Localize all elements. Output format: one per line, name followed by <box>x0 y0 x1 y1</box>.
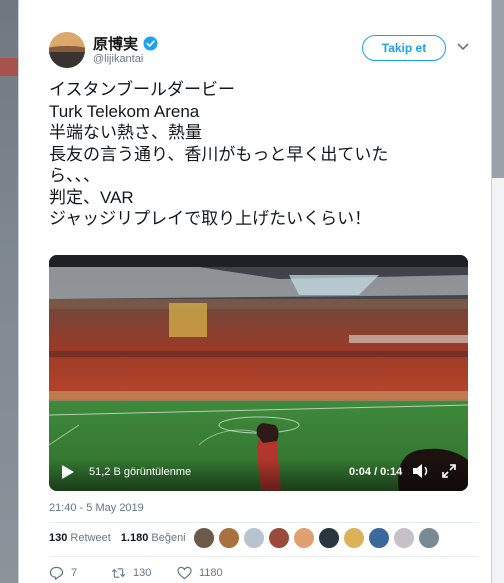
author-name[interactable]: 原博実 <box>93 33 138 54</box>
liker-avatar[interactable] <box>293 527 315 549</box>
heart-icon <box>177 566 192 580</box>
background-thumbnail <box>0 58 18 76</box>
tweet-card: 原博実 @lijikantai Takip et イスタンブールダービー Tur… <box>18 0 492 583</box>
tweet-actions: 7 130 1180 <box>49 566 223 580</box>
liker-avatar[interactable] <box>193 527 215 549</box>
liker-avatar[interactable] <box>418 527 440 549</box>
like-stat[interactable]: 1.180 Beğeni <box>121 532 186 544</box>
divider <box>49 522 479 523</box>
verified-badge-icon <box>143 36 158 51</box>
video-time: 0:04 / 0:14 <box>349 466 403 478</box>
retweet-count: 130 <box>49 532 68 544</box>
retweet-action[interactable]: 130 <box>111 566 177 580</box>
retweet-label: Retweet <box>70 532 111 544</box>
liker-avatar[interactable] <box>218 527 240 549</box>
divider <box>49 556 479 557</box>
avatar-image <box>49 32 85 68</box>
tweet-text-line: 長友の言う通り、香川がもっと早く出ていた <box>49 144 389 164</box>
engagement-stats: 130 Retweet 1.180 Beğeni <box>49 532 186 544</box>
play-icon[interactable] <box>61 464 75 480</box>
liker-avatar[interactable] <box>318 527 340 549</box>
reply-icon <box>49 566 64 580</box>
like-count: 1.180 <box>120 532 149 544</box>
author-handle[interactable]: @lijikantai <box>93 53 143 65</box>
like-action[interactable]: 1180 <box>177 566 223 580</box>
like-label: Beğeni <box>151 532 186 544</box>
tweet-text-line: ら、、、 <box>49 166 100 185</box>
liker-avatar[interactable] <box>393 527 415 549</box>
liker-avatars[interactable] <box>193 527 443 549</box>
reply-count: 7 <box>71 567 78 579</box>
tweet-text: イスタンブールダービー Turk Telekom Arena 半端ない熱さ、熱量… <box>49 79 479 230</box>
background-sidebar-panel <box>490 178 504 583</box>
tweet-timestamp[interactable]: 21:40 - 5 May 2019 <box>49 502 144 514</box>
background-page-right <box>490 0 504 583</box>
avatar[interactable] <box>49 32 85 68</box>
tweet-text-line: ジャッジリプレイで取り上げたいくらい！ <box>49 209 372 228</box>
follow-button[interactable]: Takip et <box>362 35 446 61</box>
video-frame-stadium <box>49 255 468 491</box>
tweet-text-line: Turk Telekom Arena <box>49 101 200 121</box>
retweet-icon <box>111 568 126 578</box>
liker-avatar[interactable] <box>343 527 365 549</box>
tweet-text-line: 半端ない熱さ、熱量 <box>49 123 202 142</box>
view-count: 51,2 B görüntülenme <box>89 466 192 478</box>
video-player[interactable]: 51,2 B görüntülenme 0:04 / 0:14 <box>49 255 468 491</box>
retweet-stat[interactable]: 130 Retweet <box>49 532 111 544</box>
reply-action[interactable]: 7 <box>49 566 111 580</box>
tweet-text-line: 判定、VAR <box>49 187 134 207</box>
liker-avatar[interactable] <box>243 527 265 549</box>
tweet-text-line: イスタンブールダービー <box>49 80 235 99</box>
chevron-down-icon[interactable] <box>456 42 470 52</box>
fullscreen-icon[interactable] <box>441 463 457 479</box>
like-action-count: 1180 <box>199 567 223 579</box>
volume-icon[interactable] <box>411 462 431 480</box>
retweet-action-count: 130 <box>133 567 152 579</box>
liker-avatar[interactable] <box>368 527 390 549</box>
liker-avatar[interactable] <box>268 527 290 549</box>
